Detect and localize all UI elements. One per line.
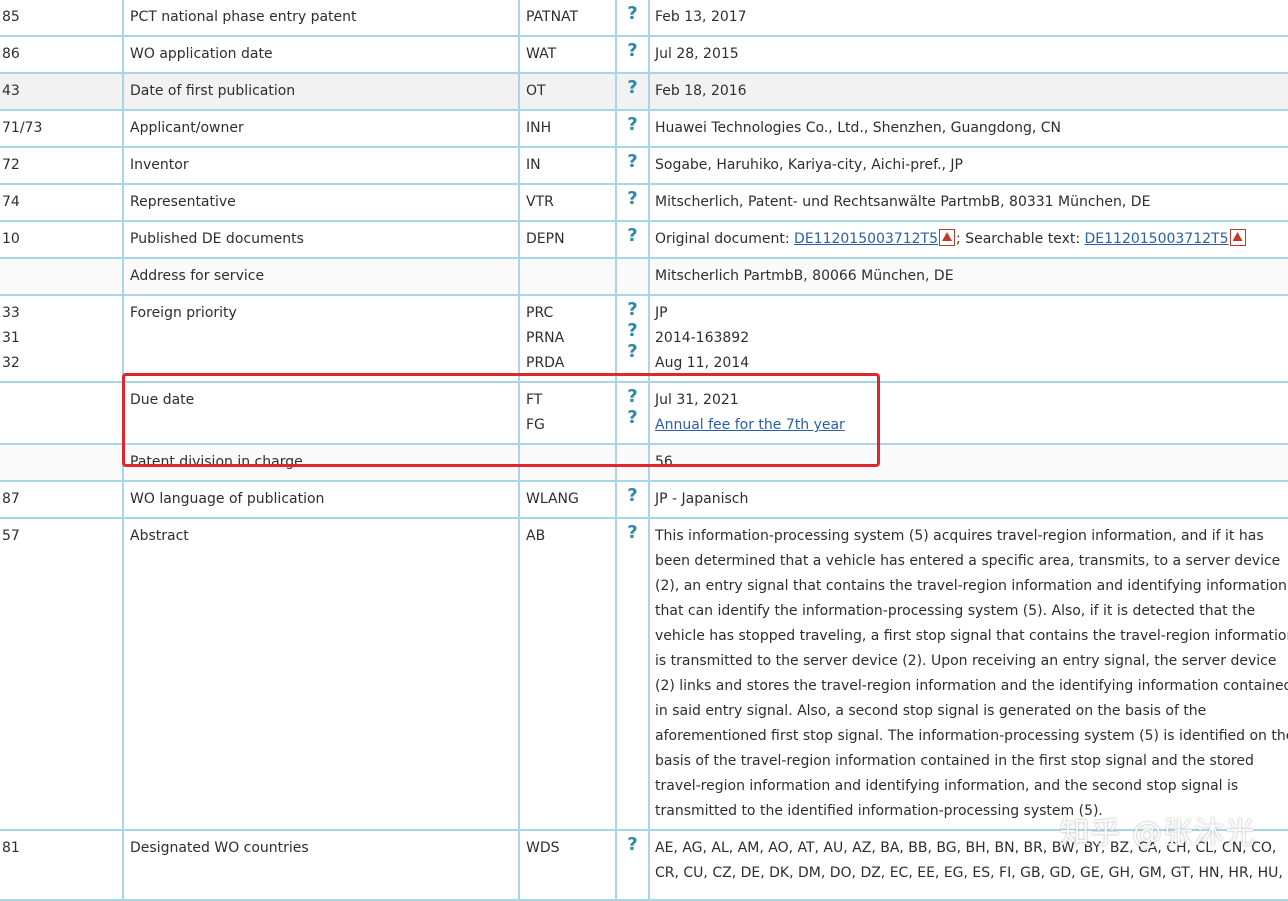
table-row: 33 31 32 Foreign priority PRC PRNA PRDA … <box>0 294 1288 383</box>
field-value: Aug 11, 2014 <box>655 355 750 371</box>
inid-code: 33 <box>2 305 20 321</box>
field-value: JP <box>655 305 668 321</box>
field-code: OT <box>518 72 617 111</box>
field-code: WAT <box>518 35 617 74</box>
published-documents: Original document: DE112015003712T5; Sea… <box>648 220 1288 259</box>
help-icon[interactable]: ? <box>618 38 647 63</box>
table-row: 10 Published DE documents DEPN ? Origina… <box>0 220 1288 259</box>
field-value: Jul 28, 2015 <box>648 35 1288 74</box>
criterion-label: Due date <box>122 381 520 445</box>
register-table: 85 PCT national phase entry patent PATNA… <box>0 0 1288 901</box>
inid-code: 72 <box>0 146 124 185</box>
due-date-value: Jul 31, 2021 <box>655 392 739 408</box>
field-code: PRDA <box>526 355 565 371</box>
inid-code: 57 <box>0 517 124 831</box>
field-value: 56 <box>648 443 1288 482</box>
field-code: VTR <box>518 183 617 222</box>
inid-code: 32 <box>2 355 20 371</box>
field-code: DEPN <box>518 220 617 259</box>
field-code: WDS <box>518 829 617 901</box>
help-icon[interactable]: ? <box>618 483 647 508</box>
inid-code: 71/73 <box>0 109 124 148</box>
criterion-label: Designated WO countries <box>122 829 520 901</box>
field-code: INH <box>518 109 617 148</box>
criterion-label: Representative <box>122 183 520 222</box>
field-code: FT <box>526 392 543 408</box>
field-value: Mitscherlich, Patent- und Rechtsanwälte … <box>648 183 1288 222</box>
criterion-label: Patent division in charge <box>122 443 520 482</box>
field-code: WLANG <box>518 480 617 519</box>
searchable-text-link[interactable]: DE112015003712T5 <box>1085 231 1229 247</box>
original-document-link[interactable]: DE112015003712T5 <box>794 231 938 247</box>
inid-code: 85 <box>0 0 124 37</box>
help-icon[interactable]: ? <box>618 1 647 26</box>
help-icon[interactable]: ? <box>618 405 647 430</box>
field-value: Sogabe, Haruhiko, Kariya-city, Aichi-pre… <box>648 146 1288 185</box>
table-row: 74 Representative VTR ? Mitscherlich, Pa… <box>0 183 1288 222</box>
table-row: 85 PCT national phase entry patent PATNA… <box>0 0 1288 37</box>
inid-code <box>0 381 124 445</box>
field-value: Mitscherlich PartmbB, 80066 München, DE <box>648 257 1288 296</box>
field-code: AB <box>518 517 617 831</box>
watermark: 知乎 @张沐光 <box>1059 816 1256 851</box>
help-icon[interactable]: ? <box>618 149 647 174</box>
field-code: PATNAT <box>518 0 617 37</box>
field-code <box>518 443 617 482</box>
field-code: FG <box>526 417 545 433</box>
table-row: 43 Date of first publication OT ? Feb 18… <box>0 72 1288 111</box>
abstract-text: This information-processing system (5) a… <box>648 517 1288 831</box>
table-row: 87 WO language of publication WLANG ? JP… <box>0 480 1288 519</box>
inid-code: 43 <box>0 72 124 111</box>
help-icon[interactable]: ? <box>618 112 647 137</box>
help-icon[interactable]: ? <box>618 75 647 100</box>
criterion-label: WO language of publication <box>122 480 520 519</box>
table-row: 72 Inventor IN ? Sogabe, Haruhiko, Kariy… <box>0 146 1288 185</box>
help-icon[interactable]: ? <box>618 520 647 545</box>
criterion-label: Abstract <box>122 517 520 831</box>
criterion-label: Foreign priority <box>122 294 520 383</box>
pdf-icon[interactable] <box>1229 229 1246 246</box>
field-value: Feb 18, 2016 <box>648 72 1288 111</box>
criterion-label: Address for service <box>122 257 520 296</box>
inid-code: 81 <box>0 829 124 901</box>
inid-code <box>0 443 124 482</box>
annual-fee-link[interactable]: Annual fee for the 7th year <box>655 417 845 433</box>
field-value: JP - Japanisch <box>648 480 1288 519</box>
help-icon[interactable]: ? <box>618 832 647 857</box>
table-row: Patent division in charge 56 <box>0 443 1288 482</box>
criterion-label: Applicant/owner <box>122 109 520 148</box>
field-value: 2014-163892 <box>655 330 750 346</box>
help-icon[interactable]: ? <box>618 186 647 211</box>
field-value: Feb 13, 2017 <box>648 0 1288 37</box>
original-document-label: Original document: <box>655 231 795 247</box>
help-icon[interactable]: ? <box>618 339 647 364</box>
criterion-label: Published DE documents <box>122 220 520 259</box>
criterion-label: WO application date <box>122 35 520 74</box>
searchable-text-label: ; Searchable text: <box>956 231 1085 247</box>
inid-code: 10 <box>0 220 124 259</box>
help-icon[interactable]: ? <box>618 223 647 248</box>
field-code: IN <box>518 146 617 185</box>
table-row: 71/73 Applicant/owner INH ? Huawei Techn… <box>0 109 1288 148</box>
pdf-icon[interactable] <box>939 229 956 246</box>
inid-code: 74 <box>0 183 124 222</box>
inid-code <box>0 257 124 296</box>
table-row: Due date FT FG ? ? Jul 31, 2021 Annual f… <box>0 381 1288 445</box>
inid-code: 87 <box>0 480 124 519</box>
field-code: PRNA <box>526 330 565 346</box>
inid-code: 31 <box>2 330 20 346</box>
table-row: Address for service Mitscherlich PartmbB… <box>0 257 1288 296</box>
criterion-label: Inventor <box>122 146 520 185</box>
table-row: 57 Abstract AB ? This information-proces… <box>0 517 1288 831</box>
criterion-label: PCT national phase entry patent <box>122 0 520 37</box>
inid-code: 86 <box>0 35 124 74</box>
field-code <box>518 257 617 296</box>
field-value: Huawei Technologies Co., Ltd., Shenzhen,… <box>648 109 1288 148</box>
table-row: 86 WO application date WAT ? Jul 28, 201… <box>0 35 1288 74</box>
criterion-label: Date of first publication <box>122 72 520 111</box>
field-code: PRC <box>526 305 554 321</box>
